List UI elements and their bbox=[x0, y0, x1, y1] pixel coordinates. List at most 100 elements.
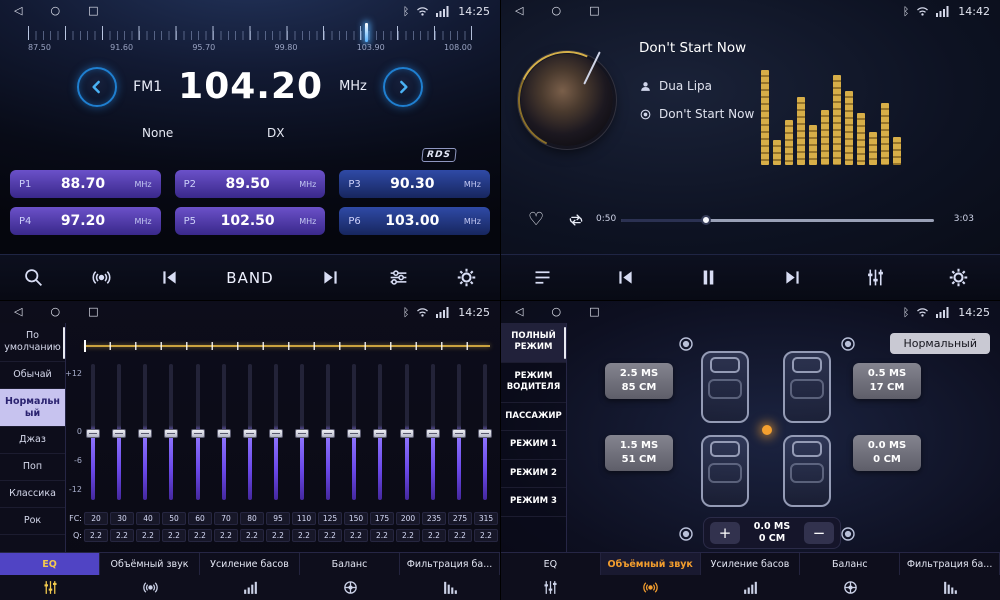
slider-knob[interactable] bbox=[373, 429, 387, 438]
audio-tab[interactable]: EQ bbox=[0, 553, 100, 575]
slider-knob[interactable] bbox=[295, 429, 309, 438]
radio-preset-button[interactable]: P5 102.50 MHz bbox=[175, 207, 326, 235]
audio-tab[interactable]: Баланс bbox=[800, 553, 900, 575]
radio-preset-button[interactable]: P4 97.20 MHz bbox=[10, 207, 161, 235]
audio-settings-button[interactable] bbox=[388, 267, 409, 288]
progress-bar[interactable] bbox=[621, 219, 934, 222]
stations-button[interactable] bbox=[91, 267, 112, 288]
audio-tab[interactable]: Фильтрация ба... bbox=[900, 553, 1000, 575]
tab-icon-eq[interactable] bbox=[501, 575, 601, 600]
audio-tab[interactable]: Усиление басов bbox=[200, 553, 300, 575]
pause-button[interactable] bbox=[698, 267, 719, 288]
eq-preset-item[interactable]: Джаз bbox=[0, 427, 65, 454]
back-icon[interactable]: ◁ bbox=[14, 301, 22, 323]
eq-preset-item[interactable]: Нормальный bbox=[0, 389, 65, 428]
slider-knob[interactable] bbox=[217, 429, 231, 438]
audio-tab[interactable]: Фильтрация ба... bbox=[400, 553, 500, 575]
home-icon[interactable]: ○ bbox=[551, 0, 561, 22]
eq-band-slider[interactable] bbox=[452, 361, 466, 503]
tune-up-button[interactable] bbox=[383, 67, 423, 107]
audio-tab[interactable]: Усиление басов bbox=[701, 553, 801, 575]
album-art[interactable] bbox=[521, 54, 613, 146]
surround-mode-item[interactable]: РЕЖИМ 2 bbox=[501, 460, 566, 488]
eq-band-slider[interactable] bbox=[112, 361, 126, 503]
eq-band-slider[interactable] bbox=[138, 361, 152, 503]
tab-icon-bass[interactable] bbox=[200, 575, 300, 600]
recents-icon[interactable]: □ bbox=[88, 301, 98, 323]
eq-band-slider[interactable] bbox=[347, 361, 361, 503]
surround-mode-item[interactable]: РЕЖИМ ВОДИТЕЛЯ bbox=[501, 363, 566, 403]
radio-preset-button[interactable]: P2 89.50 MHz bbox=[175, 170, 326, 198]
slider-knob[interactable] bbox=[426, 429, 440, 438]
tab-icon-bass[interactable] bbox=[701, 575, 801, 600]
slider-knob[interactable] bbox=[478, 429, 492, 438]
band-button[interactable]: BAND bbox=[226, 269, 273, 287]
eq-band-slider[interactable] bbox=[373, 361, 387, 503]
delay-front-right[interactable]: 0.5 MS 17 CM bbox=[853, 363, 921, 399]
profile-button[interactable]: Нормальный bbox=[890, 333, 990, 354]
eq-band-slider[interactable] bbox=[478, 361, 492, 503]
eq-band-slider[interactable] bbox=[295, 361, 309, 503]
eq-band-slider[interactable] bbox=[426, 361, 440, 503]
slider-knob[interactable] bbox=[86, 429, 100, 438]
eq-band-slider[interactable] bbox=[86, 361, 100, 503]
audio-tab[interactable]: Объёмный звук bbox=[100, 553, 200, 575]
settings-button[interactable] bbox=[456, 267, 477, 288]
eq-preset-item[interactable]: Поп bbox=[0, 454, 65, 481]
tab-icon-eq[interactable] bbox=[0, 575, 100, 600]
recents-icon[interactable]: □ bbox=[589, 0, 599, 22]
eq-band-slider[interactable] bbox=[243, 361, 257, 503]
tab-icon-balance[interactable] bbox=[300, 575, 400, 600]
surround-mode-item[interactable]: ПОЛНЫЙ РЕЖИМ bbox=[501, 323, 566, 363]
seek-up-button[interactable] bbox=[320, 267, 341, 288]
eq-preset-item[interactable]: Обычай bbox=[0, 362, 65, 389]
radio-preset-button[interactable]: P1 88.70 MHz bbox=[10, 170, 161, 198]
tab-icon-surround[interactable] bbox=[601, 575, 701, 600]
seek-down-button[interactable] bbox=[159, 267, 180, 288]
eq-preset-item[interactable]: Классика bbox=[0, 481, 65, 508]
back-icon[interactable]: ◁ bbox=[14, 0, 22, 22]
delay-rear-left[interactable]: 1.5 MS 51 CM bbox=[605, 435, 673, 471]
tune-down-button[interactable] bbox=[77, 67, 117, 107]
audio-tab[interactable]: Объёмный звук bbox=[601, 553, 701, 575]
home-icon[interactable]: ○ bbox=[551, 301, 561, 323]
home-icon[interactable]: ○ bbox=[50, 301, 60, 323]
previous-track-button[interactable] bbox=[615, 267, 636, 288]
surround-mode-item[interactable]: РЕЖИМ 1 bbox=[501, 431, 566, 459]
tab-icon-surround[interactable] bbox=[100, 575, 200, 600]
slider-knob[interactable] bbox=[452, 429, 466, 438]
back-icon[interactable]: ◁ bbox=[515, 0, 523, 22]
tab-icon-filter[interactable] bbox=[400, 575, 500, 600]
playlist-button[interactable] bbox=[532, 267, 553, 288]
slider-knob[interactable] bbox=[243, 429, 257, 438]
recents-icon[interactable]: □ bbox=[589, 301, 599, 323]
eq-band-slider[interactable] bbox=[217, 361, 231, 503]
progress-knob[interactable] bbox=[701, 215, 711, 225]
slider-knob[interactable] bbox=[138, 429, 152, 438]
radio-preset-button[interactable]: P6 103.00 MHz bbox=[339, 207, 490, 235]
slider-knob[interactable] bbox=[164, 429, 178, 438]
settings-button[interactable] bbox=[948, 267, 969, 288]
slider-knob[interactable] bbox=[269, 429, 283, 438]
delay-rear-right[interactable]: 0.0 MS 0 CM bbox=[853, 435, 921, 471]
eq-band-slider[interactable] bbox=[191, 361, 205, 503]
slider-knob[interactable] bbox=[347, 429, 361, 438]
slider-knob[interactable] bbox=[321, 429, 335, 438]
slider-knob[interactable] bbox=[112, 429, 126, 438]
equalizer-button[interactable] bbox=[865, 267, 886, 288]
decrease-button[interactable]: − bbox=[804, 522, 834, 544]
eq-band-slider[interactable] bbox=[269, 361, 283, 503]
slider-knob[interactable] bbox=[400, 429, 414, 438]
back-icon[interactable]: ◁ bbox=[515, 301, 523, 323]
next-track-button[interactable] bbox=[782, 267, 803, 288]
audio-tab[interactable]: EQ bbox=[501, 553, 601, 575]
favorite-button[interactable]: ♡ bbox=[528, 209, 544, 230]
scrollbar[interactable] bbox=[564, 327, 566, 359]
tab-icon-balance[interactable] bbox=[800, 575, 900, 600]
eq-band-slider[interactable] bbox=[321, 361, 335, 503]
home-icon[interactable]: ○ bbox=[50, 0, 60, 22]
surround-mode-item[interactable]: ПАССАЖИР bbox=[501, 403, 566, 431]
surround-mode-item[interactable]: РЕЖИМ 3 bbox=[501, 488, 566, 516]
recents-icon[interactable]: □ bbox=[88, 0, 98, 22]
delay-front-left[interactable]: 2.5 MS 85 CM bbox=[605, 363, 673, 399]
